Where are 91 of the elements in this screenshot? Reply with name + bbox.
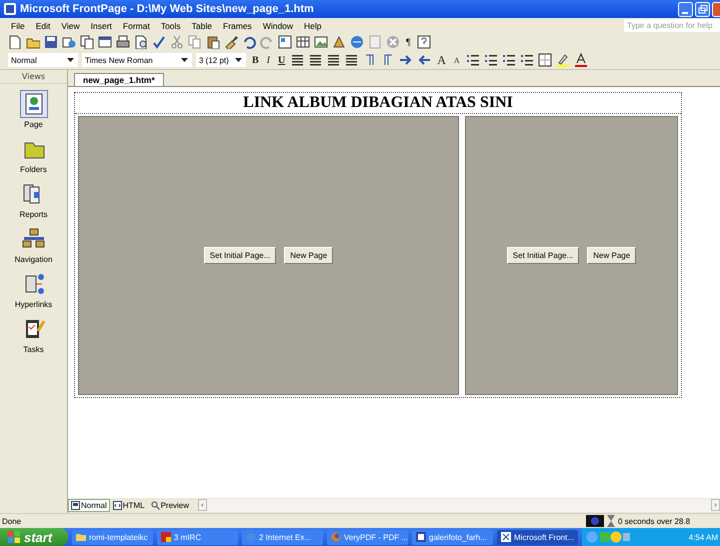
start-button[interactable]: start — [0, 528, 68, 546]
font-size-dropdown[interactable]: 3 (12 pt) — [196, 53, 246, 67]
spelling-icon[interactable] — [152, 35, 166, 49]
italic-button[interactable]: I — [264, 54, 272, 66]
font-color-icon[interactable] — [574, 53, 588, 67]
taskbar-button[interactable]: Microsoft Front... — [497, 530, 578, 544]
grow-font-button[interactable]: A — [435, 52, 448, 68]
view-tab[interactable]: HTML — [110, 499, 148, 512]
scroll-left-icon[interactable] — [198, 499, 208, 511]
arrow-right-icon[interactable] — [399, 53, 414, 67]
view-tab[interactable]: Normal — [68, 499, 110, 512]
scroll-right-icon[interactable] — [711, 499, 720, 511]
shrink-font-button[interactable]: A — [452, 56, 462, 64]
set-initial-page-button[interactable]: Set Initial Page... — [204, 247, 276, 264]
style-dropdown[interactable]: Normal — [8, 53, 78, 67]
hourglass-icon — [607, 515, 615, 527]
new-page-button[interactable]: New Page — [587, 247, 636, 264]
horizontal-scrollbar[interactable] — [198, 499, 720, 512]
window-icon[interactable] — [98, 35, 112, 49]
borders-icon[interactable] — [538, 53, 552, 67]
highlighter-icon[interactable] — [556, 53, 570, 67]
search-icon — [150, 501, 160, 510]
pane-shortcut[interactable]: Reports — [19, 177, 48, 219]
printer-icon[interactable] — [116, 35, 130, 49]
bullets-icon[interactable] — [484, 53, 498, 67]
justify-icon[interactable] — [345, 53, 360, 67]
arrow-left-icon[interactable] — [417, 53, 432, 67]
status-text: Done — [2, 516, 22, 526]
set-initial-page-button[interactable]: Set Initial Page... — [506, 247, 580, 264]
scissors-icon[interactable] — [170, 35, 184, 49]
help-icon[interactable] — [416, 35, 431, 49]
document-tab[interactable]: new_page_1.htm* — [74, 73, 164, 86]
menu-item[interactable]: File — [6, 20, 30, 30]
taskbar-button[interactable]: 3 mIRC — [157, 530, 238, 544]
window-title: Microsoft FrontPage - D:\My Web Sites\new_page_1.htm — [20, 3, 315, 15]
menu-item[interactable]: Frames — [218, 20, 257, 30]
menu-item[interactable]: Tools — [156, 20, 186, 30]
menu-item[interactable]: Help — [299, 20, 327, 30]
copy-page-icon[interactable] — [80, 35, 94, 49]
print-preview-icon[interactable] — [134, 35, 148, 49]
menu-item[interactable]: Insert — [86, 20, 117, 30]
align-left-icon[interactable] — [291, 53, 306, 67]
new-page-button[interactable]: New Page — [284, 247, 334, 264]
download-time: 0 seconds over 28.8 — [618, 516, 690, 526]
close-icon[interactable] — [712, 2, 720, 16]
pane-shortcut[interactable]: Folders — [20, 132, 48, 174]
bold-button[interactable]: B — [250, 54, 261, 66]
decrease-indent-icon[interactable] — [502, 53, 516, 67]
show-formatting-button[interactable]: ¶ — [404, 36, 413, 48]
underline-button[interactable]: U — [276, 54, 288, 66]
help-search-field[interactable]: Type a question for help — [624, 19, 720, 32]
views-header: Views — [0, 70, 67, 84]
pane-shortcut[interactable]: Hyperlinks — [14, 267, 52, 309]
taskbar-button[interactable]: 2 Internet Ex... — [242, 530, 323, 544]
align-center-icon[interactable] — [309, 53, 324, 67]
taskbar-button[interactable]: galerifoto_farh... — [412, 530, 493, 544]
brush-icon[interactable] — [224, 35, 238, 49]
windows-logo-icon — [8, 531, 20, 543]
document-icon — [416, 532, 426, 542]
clock: 4:54 AM — [688, 532, 718, 542]
font-dropdown[interactable]: Times New Roman — [82, 53, 192, 67]
increase-indent-icon[interactable] — [520, 53, 534, 67]
numbering-icon[interactable] — [466, 53, 480, 67]
pane-shortcut[interactable]: Tasks — [20, 312, 48, 354]
normal-view-icon — [71, 501, 80, 510]
menu-item[interactable]: Table — [186, 20, 217, 30]
undo-icon[interactable] — [242, 35, 256, 49]
save-icon[interactable] — [44, 35, 58, 49]
menu-item[interactable]: Window — [258, 20, 298, 30]
taskbar-button[interactable]: VeryPDF - PDF ... — [327, 530, 408, 544]
dropdown-arrow-icon — [67, 58, 74, 62]
menu-item[interactable]: View — [56, 20, 85, 30]
view-tab[interactable]: Preview — [148, 499, 192, 512]
paste-icon[interactable] — [206, 35, 220, 49]
menu-item[interactable]: Format — [118, 20, 155, 30]
new-page-icon[interactable] — [8, 35, 22, 49]
folder-icon — [76, 532, 86, 542]
dropdown-arrow-icon — [235, 58, 242, 62]
restore-icon[interactable] — [695, 2, 710, 16]
taskbar-button[interactable]: romi-templateikc — [72, 530, 153, 544]
pane-shortcut[interactable]: Navigation — [14, 222, 52, 264]
align-right-icon[interactable] — [327, 53, 342, 67]
page-heading: LINK ALBUM DIBAGIAN ATAS SINI — [75, 93, 681, 114]
drawing-icon[interactable] — [332, 35, 346, 49]
minimize-icon[interactable] — [678, 2, 693, 16]
html-view-icon — [112, 501, 122, 510]
menu-item[interactable]: Edit — [30, 20, 56, 30]
dropdown-arrow-icon — [181, 58, 188, 62]
picture-icon[interactable] — [314, 35, 328, 49]
browser-icon — [331, 532, 341, 542]
table-icon[interactable] — [296, 35, 310, 49]
